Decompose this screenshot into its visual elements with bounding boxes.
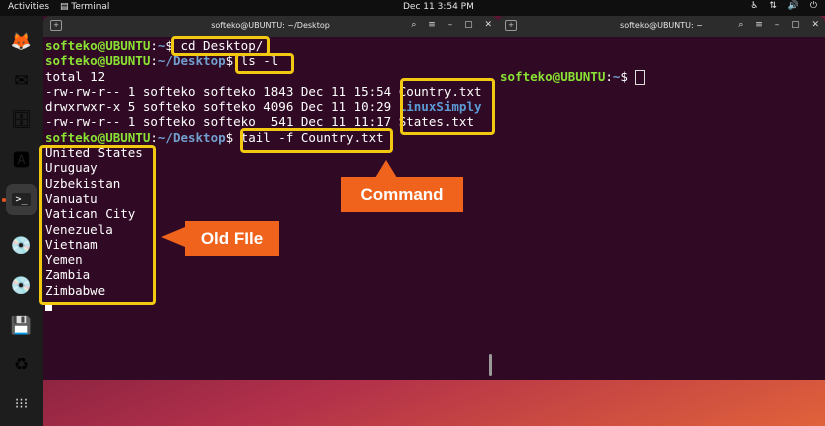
prompt-user: softeko@UBUNTU (45, 53, 151, 69)
search-icon[interactable]: ⌕ (411, 20, 416, 30)
activities-button[interactable]: Activities (8, 2, 49, 12)
app-center-icon[interactable]: 🅰 (6, 143, 37, 174)
system-tray[interactable]: ♿ ⇅ 🔊 ⏻ (742, 1, 817, 11)
maximize-button[interactable]: ▢ (464, 20, 473, 30)
terminal-icon[interactable]: >_ (6, 184, 37, 215)
minimize-button[interactable]: – (448, 20, 453, 30)
clock[interactable]: Dec 11 3:54 PM (403, 2, 474, 12)
network-icon: ⇅ (769, 1, 777, 11)
firefox-icon[interactable]: 🦊 (6, 26, 37, 57)
terminal-window-right[interactable]: + softeko@UBUNTU: ~ ⌕ ≡ – ▢ ✕ softeko@UB… (498, 16, 825, 380)
disc-icon[interactable]: 💿 (6, 230, 37, 261)
thunderbird-icon[interactable]: ✉ (6, 65, 37, 96)
power-icon: ⏻ (809, 1, 817, 11)
old-file-callout: Old FIle (185, 221, 279, 256)
close-button[interactable]: ✕ (811, 20, 819, 30)
dock: 🦊 ✉ 🗄 🅰 >_ 💿 💿 💾 ♻ ⁝⁝⁝ (0, 16, 43, 426)
files-icon[interactable]: 🗄 (6, 104, 37, 135)
terminal-output-right[interactable]: softeko@UBUNTU:~$ (500, 38, 646, 114)
minimize-button[interactable]: – (775, 20, 780, 30)
output-text: drwxrwxr-x 5 softeko softeko 4096 Dec 11… (45, 99, 399, 115)
disc-icon-2[interactable]: 💿 (6, 270, 37, 301)
window-header-right: + softeko@UBUNTU: ~ ⌕ ≡ – ▢ ✕ (498, 16, 825, 37)
accessibility-icon: ♿ (750, 1, 759, 11)
command-callout-arrow (375, 160, 397, 178)
app-name: Terminal (71, 2, 110, 12)
prompt-sep: : (150, 129, 158, 145)
top-bar: Activities ▤ Terminal Dec 11 3:54 PM ♿ ⇅… (0, 0, 825, 16)
save-icon[interactable]: 💾 (6, 310, 37, 341)
output-text: -rw-rw-r-- 1 softeko softeko 1843 Dec 11… (45, 83, 399, 99)
prompt-user: softeko@UBUNTU (45, 129, 151, 145)
prompt-sep: : (150, 38, 158, 53)
window-header: + softeko@UBUNTU: ~/Desktop ⌕ ≡ – ▢ ✕ (43, 16, 498, 37)
highlight-tail-command (240, 128, 393, 153)
highlight-ls-command (235, 53, 294, 74)
maximize-button[interactable]: ▢ (791, 20, 800, 30)
output-text: total 12 (45, 68, 106, 84)
search-icon[interactable]: ⌕ (738, 20, 743, 30)
menu-icon[interactable]: ≡ (428, 20, 436, 30)
prompt-path: ~/Desktop (157, 129, 226, 145)
close-button[interactable]: ✕ (484, 20, 492, 30)
prompt-sep: : (150, 53, 158, 69)
scrollbar[interactable] (489, 354, 492, 376)
cursor (635, 69, 646, 85)
window-controls: ⌕ ≡ – ▢ ✕ (402, 20, 492, 30)
trash-icon[interactable]: ♻ (6, 349, 37, 380)
prompt-user: softeko@UBUNTU (45, 38, 151, 53)
app-menu[interactable]: ▤ Terminal (60, 2, 109, 12)
volume-icon: 🔊 (787, 1, 799, 11)
highlight-file-list (400, 78, 495, 135)
menu-icon[interactable]: ≡ (755, 20, 763, 30)
window-controls-right: ⌕ ≡ – ▢ ✕ (729, 20, 819, 30)
app-grid-icon[interactable]: ⁝⁝⁝ (6, 388, 37, 419)
command-callout: Command (341, 177, 463, 212)
prompt-user: softeko@UBUNTU (500, 68, 606, 84)
highlight-old-file (39, 145, 156, 305)
old-file-callout-arrow (161, 227, 185, 247)
